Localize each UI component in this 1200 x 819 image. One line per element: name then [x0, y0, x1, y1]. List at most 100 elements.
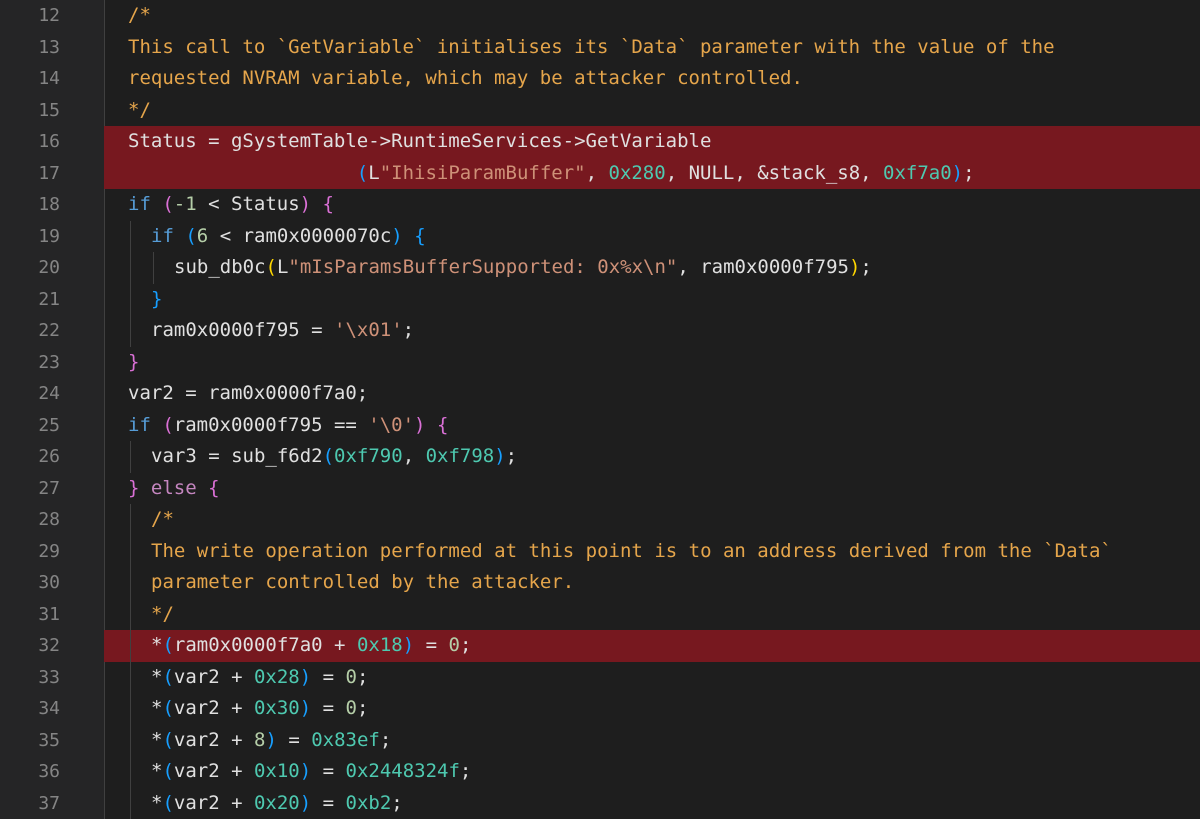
- code-token: (: [162, 791, 174, 814]
- indent-guide: [130, 220, 131, 252]
- code-token: }: [128, 350, 140, 373]
- line-number: 34: [38, 698, 60, 719]
- code-token: 0: [345, 665, 357, 688]
- code-line[interactable]: 14 requested NVRAM variable, which may be…: [0, 63, 1200, 95]
- code-text: if (-1 < Status) {: [104, 189, 1200, 221]
- code-token: ;: [963, 161, 975, 184]
- indent-guide: [130, 630, 131, 662]
- code-token: ram0x0000f795 =: [151, 319, 335, 341]
- indent-guide: [104, 535, 105, 567]
- highlighted-code-line[interactable]: 17 (L"IhisiParamBuffer", 0x280, NULL, &s…: [0, 157, 1200, 189]
- highlighted-code-line[interactable]: 32 *(ram0x0000f7a0 + 0x18) = 0;: [0, 630, 1200, 662]
- code-token: L: [368, 161, 380, 184]
- indent-guide: [104, 283, 105, 315]
- code-token: < ram0x0000070c: [208, 224, 392, 247]
- line-number: 37: [38, 792, 60, 814]
- code-token: 0x30: [253, 697, 300, 719]
- indent-guide: [104, 756, 105, 788]
- code-token: var2 +: [173, 760, 254, 782]
- indent-guide: [104, 63, 105, 95]
- code-token: 0xf790: [334, 445, 403, 467]
- code-token: ;: [505, 445, 518, 467]
- code-text: parameter controlled by the attacker.: [104, 567, 1200, 599]
- code-line[interactable]: 19 if (6 < ram0x0000070c) {: [0, 220, 1200, 252]
- code-token: *: [151, 665, 163, 688]
- line-number: 22: [38, 320, 60, 341]
- indent-guide: [130, 535, 131, 567]
- code-line[interactable]: 18 if (-1 < Status) {: [0, 189, 1200, 221]
- code-line[interactable]: 23}: [0, 346, 1200, 378]
- code-line[interactable]: 36 *(var2 + 0x10) = 0x2448324f;: [0, 756, 1200, 788]
- code-line[interactable]: 30 parameter controlled by the attacker.: [0, 567, 1200, 599]
- indent-guide: [130, 598, 131, 630]
- code-editor[interactable]: 12 /* 13 This call to `GetVariable` initial…: [0, 0, 1200, 819]
- code-text: if (6 < ram0x0000070c) {: [104, 220, 1200, 252]
- code-line[interactable]: 21}: [0, 283, 1200, 315]
- indent-guide: [130, 283, 131, 315]
- indent-guide: [104, 409, 105, 441]
- code-text: requested NVRAM variable, which may be a…: [104, 63, 1200, 95]
- code-token: sub_db0c: [174, 256, 266, 278]
- indent-guide: [130, 504, 131, 536]
- code-token: L: [276, 256, 289, 278]
- code-token: var2 +: [173, 791, 254, 814]
- code-line[interactable]: 25 if (ram0x0000f795 == '\0') {: [0, 409, 1200, 441]
- code-token: 0x280: [608, 161, 666, 184]
- code-token: (: [162, 760, 174, 782]
- code-text: */: [104, 94, 1200, 126]
- code-token: ram0x0000f7a0 +: [173, 634, 357, 656]
- line-number: 27: [38, 477, 60, 499]
- code-line[interactable]: 12 /*: [0, 0, 1200, 32]
- code-token: ): [299, 697, 312, 719]
- code-token: 8: [253, 728, 266, 751]
- code-token: 0xb2: [345, 791, 392, 814]
- line-number: 14: [38, 68, 60, 89]
- indent-guide: [130, 441, 131, 473]
- code-token: 0x2448324f: [345, 760, 460, 782]
- code-token: (: [185, 224, 197, 247]
- code-line[interactable]: 13 This call to `GetVariable` initialises…: [0, 31, 1200, 63]
- code-text: This call to `GetVariable` initialises i…: [104, 31, 1200, 63]
- highlighted-code-line[interactable]: 16 Status = gSystemTable->RuntimeServices…: [0, 126, 1200, 158]
- code-line[interactable]: 31 */: [0, 598, 1200, 630]
- code-line[interactable]: 33 *(var2 + 0x28) = 0;: [0, 661, 1200, 693]
- code-text: }: [104, 283, 1200, 315]
- indent-guide: [153, 252, 154, 284]
- code-line[interactable]: 27} else {: [0, 472, 1200, 504]
- code-line[interactable]: 28 /*: [0, 504, 1200, 536]
- code-line[interactable]: 15 */: [0, 94, 1200, 126]
- code-token: ;: [356, 697, 369, 719]
- code-line[interactable]: 20 sub_db0c(L"mIsParamsBufferSupported: 0…: [0, 252, 1200, 284]
- code-line[interactable]: 24 var2 = ram0x0000f7a0;: [0, 378, 1200, 410]
- code-token: if: [151, 224, 174, 247]
- code-token: ;: [391, 791, 403, 814]
- line-number: 30: [38, 572, 60, 593]
- code-token: var2 +: [173, 728, 254, 751]
- code-line[interactable]: 29 The write operation performed at this …: [0, 535, 1200, 567]
- code-token: =: [276, 728, 312, 751]
- code-token: =: [414, 634, 449, 656]
- code-line[interactable]: 22 ram0x0000f795 = '\x01';: [0, 315, 1200, 347]
- code-token: {: [322, 193, 334, 215]
- code-line[interactable]: 26 var3 = sub_f6d2(0xf790, 0xf798);: [0, 441, 1200, 473]
- code-line[interactable]: 34 *(var2 + 0x30) = 0;: [0, 693, 1200, 725]
- code-token: '\0': [368, 413, 415, 436]
- indent-guide: [104, 378, 105, 410]
- line-number: 18: [38, 194, 60, 215]
- code-token: /*: [128, 4, 151, 26]
- code-line[interactable]: 37 *(var2 + 0x20) = 0xb2;: [0, 787, 1200, 819]
- code-token: ,: [402, 445, 426, 467]
- code-token: (: [356, 161, 369, 184]
- code-token: */: [128, 98, 151, 121]
- code-token: *: [151, 791, 163, 814]
- code-text: (L"IhisiParamBuffer", 0x280, NULL, &stac…: [104, 157, 1200, 189]
- code-line[interactable]: 35 *(var2 + 8) = 0x83ef;: [0, 724, 1200, 756]
- code-token: *: [151, 634, 163, 656]
- code-token: (: [322, 445, 335, 467]
- indent-guide: [104, 787, 105, 819]
- code-token: (: [162, 193, 174, 215]
- code-token: {: [208, 476, 220, 499]
